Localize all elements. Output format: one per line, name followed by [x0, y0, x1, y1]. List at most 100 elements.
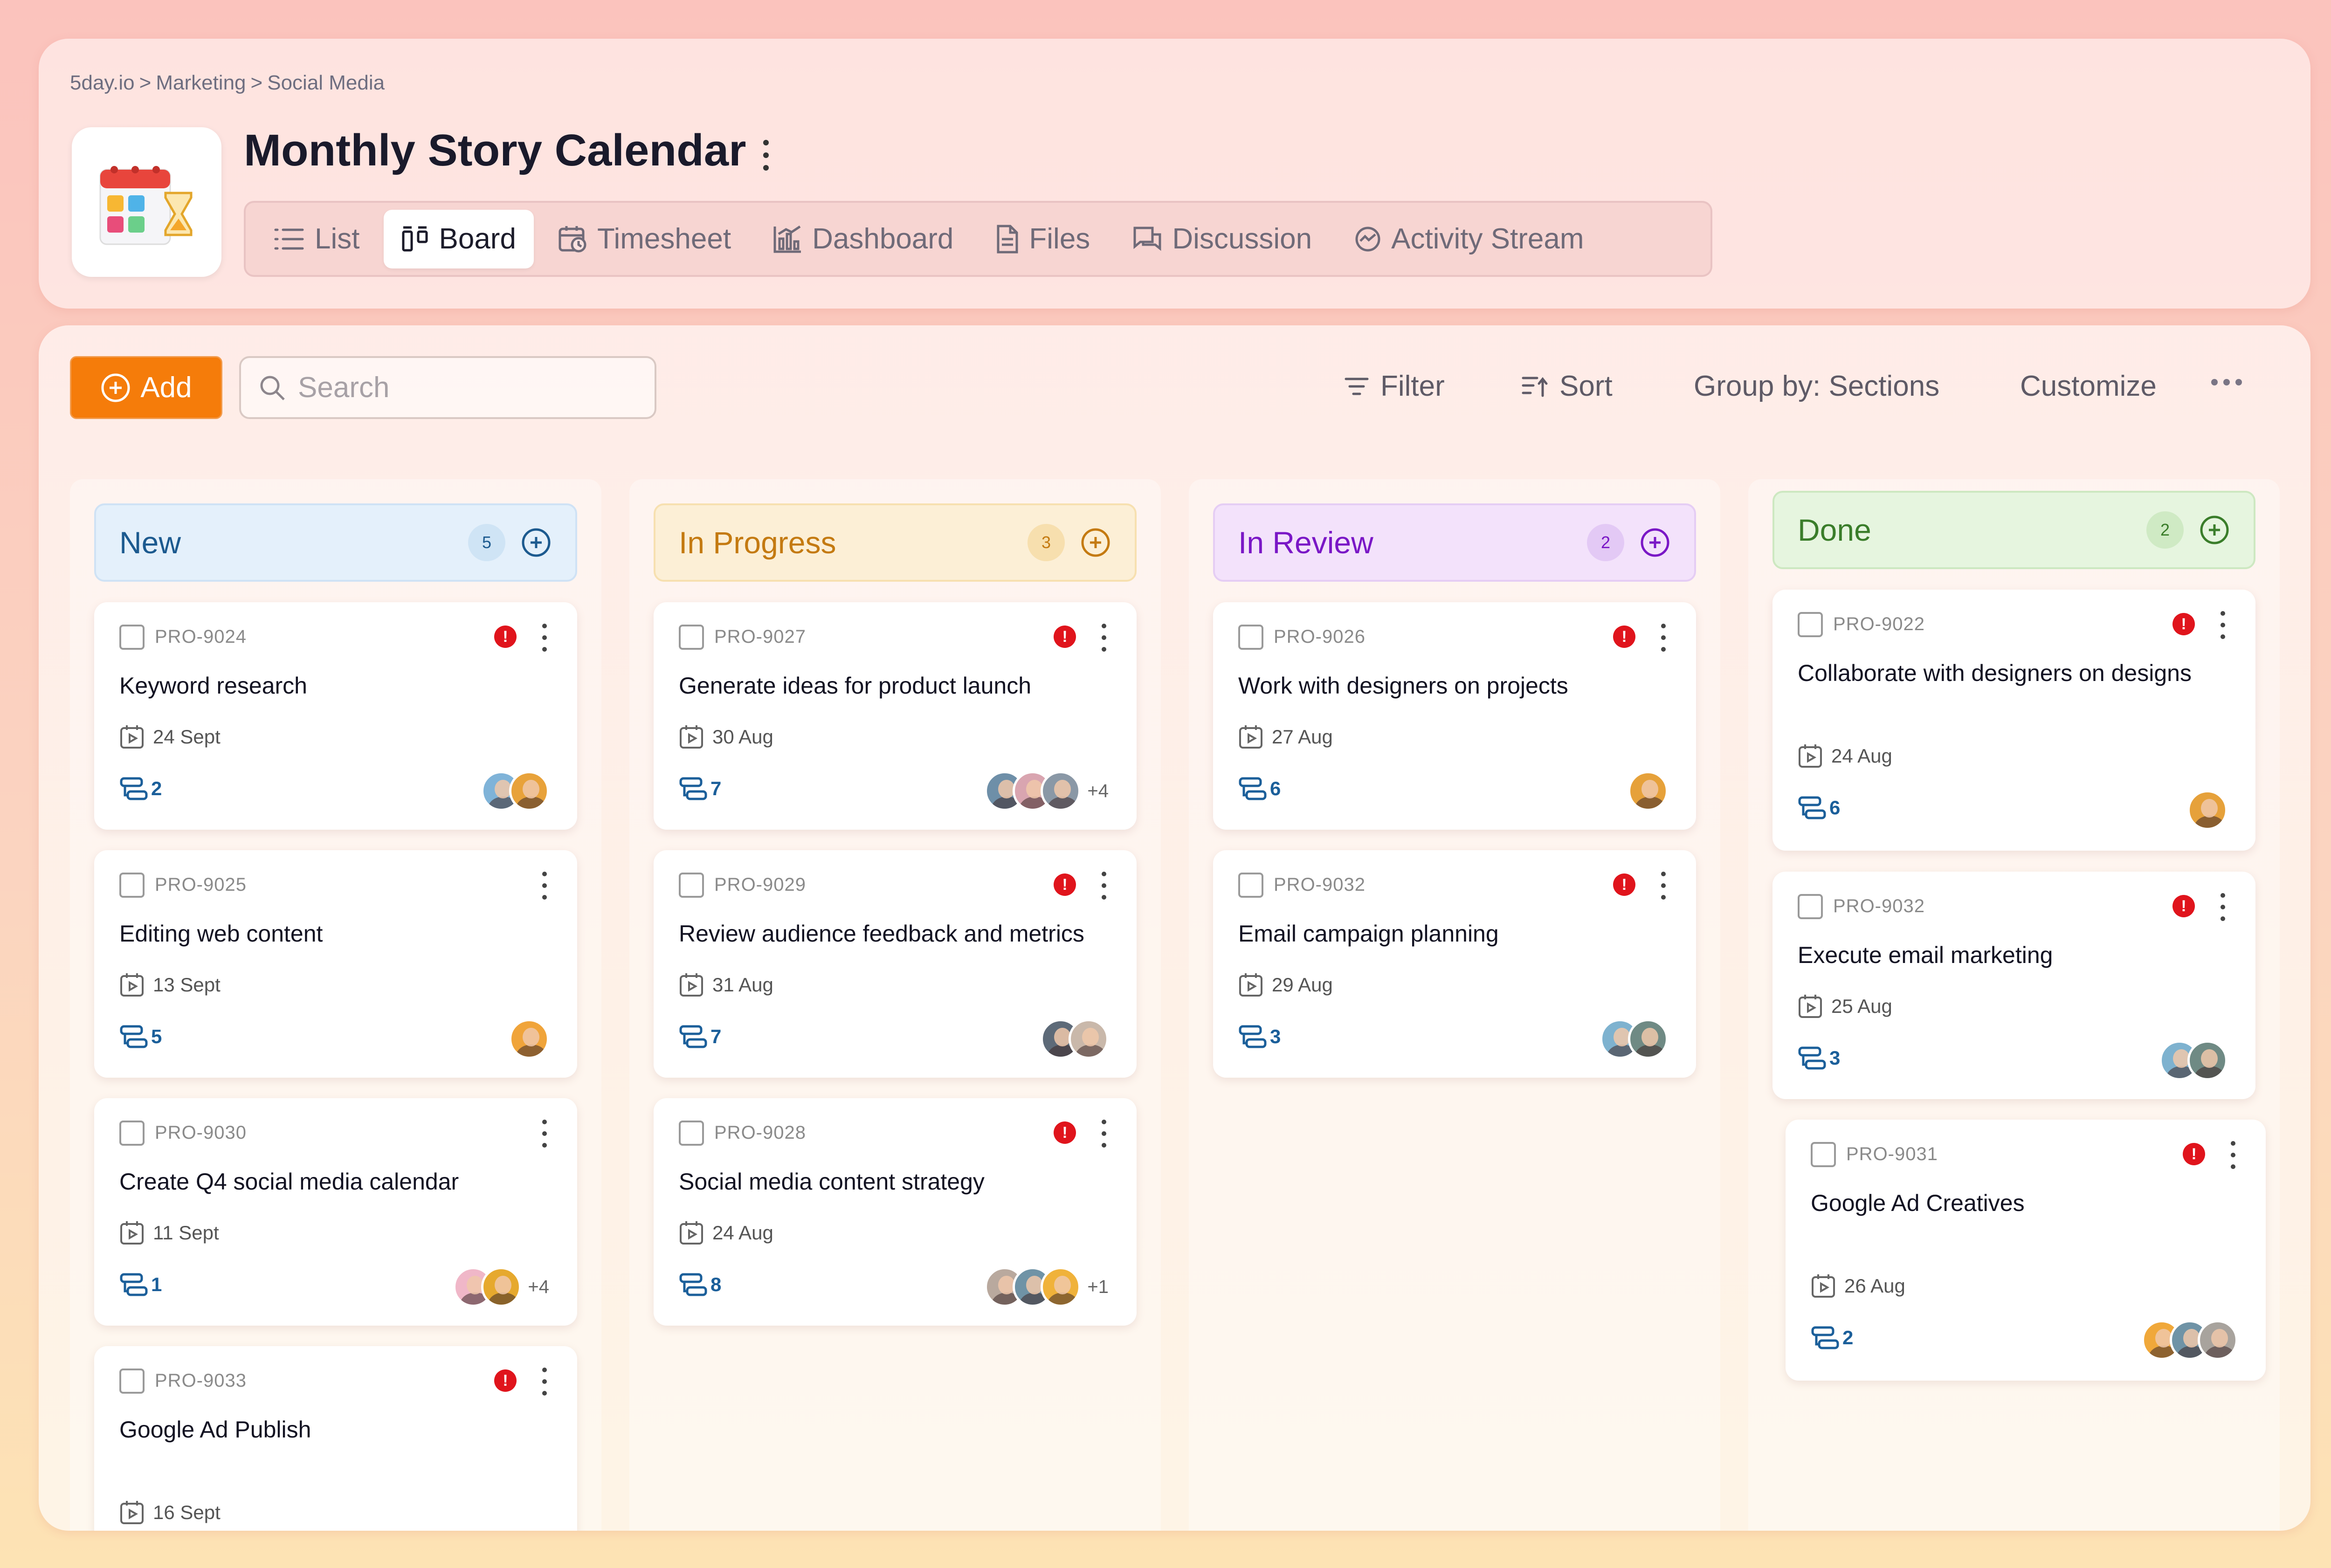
priority-alert-icon: ! — [1613, 626, 1635, 648]
project-menu-button[interactable] — [752, 137, 780, 174]
task-id: PRO-9028 — [714, 1122, 806, 1143]
card-menu-button[interactable] — [540, 1368, 549, 1396]
file-icon — [997, 225, 1018, 253]
due-date: 27 Aug — [1238, 724, 1333, 750]
sort-button[interactable]: Sort — [1521, 370, 1613, 403]
breadcrumb-root[interactable]: 5day.io — [70, 71, 135, 94]
task-card[interactable]: PRO-9029 ! Review audience feedback and … — [654, 850, 1137, 1078]
task-checkbox[interactable] — [1798, 894, 1823, 919]
assignee-avatars[interactable] — [2187, 790, 2228, 830]
add-button[interactable]: Add — [70, 356, 222, 419]
task-card[interactable]: PRO-9028 ! Social media content strategy… — [654, 1098, 1137, 1326]
task-checkbox[interactable] — [679, 625, 704, 650]
customize-button[interactable]: Customize — [2020, 370, 2157, 403]
breadcrumb-social-media[interactable]: Social Media — [267, 71, 385, 94]
card-menu-button[interactable] — [540, 1120, 549, 1148]
project-header: 5day.io > Marketing > Social Media Monthly S… — [39, 39, 2310, 309]
filter-icon — [1345, 378, 1369, 395]
task-checkbox[interactable] — [1238, 625, 1263, 650]
activity-icon — [1355, 227, 1380, 251]
card-menu-button[interactable] — [1659, 624, 1668, 652]
add-card-icon[interactable] — [2199, 514, 2230, 546]
task-card[interactable]: PRO-9032 ! Email campaign planning 29 Au… — [1213, 850, 1696, 1078]
tab-board[interactable]: Board — [384, 209, 534, 268]
tab-label: Activity Stream — [1391, 223, 1584, 255]
due-date: 31 Aug — [679, 972, 773, 997]
task-checkbox[interactable] — [119, 873, 145, 898]
task-title: Email campaign planning — [1238, 921, 1499, 947]
card-menu-button[interactable] — [540, 624, 549, 652]
task-title: Google Ad Creatives — [1811, 1190, 2025, 1216]
subtask-count-text: 8 — [710, 1273, 722, 1295]
task-checkbox[interactable] — [679, 1121, 704, 1146]
tab-label: Files — [1029, 223, 1090, 255]
task-card[interactable]: PRO-9025 Editing web content 13 Sept 5 — [94, 850, 577, 1078]
more-options-button[interactable] — [2211, 379, 2248, 385]
task-checkbox[interactable] — [1798, 612, 1823, 637]
task-checkbox[interactable] — [679, 873, 704, 898]
card-menu-button[interactable] — [1099, 1120, 1109, 1148]
card-menu-button[interactable] — [1099, 872, 1109, 900]
task-card[interactable]: PRO-9024 ! Keyword research 24 Sept 2 — [94, 602, 577, 830]
filter-button[interactable]: Filter — [1344, 370, 1445, 403]
tab-activity-stream[interactable]: Activity Stream — [1336, 210, 1601, 268]
tab-discussion[interactable]: Discussion — [1114, 210, 1330, 268]
task-title: Create Q4 social media calendar — [119, 1169, 459, 1195]
breadcrumb-marketing[interactable]: Marketing — [156, 71, 246, 94]
add-card-icon[interactable] — [1080, 527, 1111, 558]
column-count-badge: 5 — [468, 524, 505, 561]
task-checkbox[interactable] — [119, 1369, 145, 1394]
task-checkbox[interactable] — [1238, 873, 1263, 898]
task-checkbox[interactable] — [119, 1121, 145, 1146]
task-checkbox[interactable] — [1811, 1142, 1836, 1167]
assignee-avatars[interactable] — [1041, 1019, 1109, 1059]
card-menu-button[interactable] — [540, 872, 549, 900]
subtask-count: 8 — [679, 1272, 721, 1297]
assignee-avatars[interactable]: +1 — [985, 1267, 1109, 1307]
assignee-avatars[interactable]: +4 — [453, 1267, 549, 1307]
column-title: In Review — [1238, 525, 1373, 560]
column-count-badge: 3 — [1028, 524, 1065, 561]
card-menu-button[interactable] — [1099, 624, 1109, 652]
card-menu-button[interactable] — [2228, 1141, 2238, 1169]
due-date-text: 11 Sept — [153, 1222, 219, 1244]
assignee-avatars[interactable] — [509, 1019, 549, 1059]
task-card[interactable]: PRO-9030 Create Q4 social media calendar… — [94, 1098, 577, 1326]
project-logo — [72, 127, 221, 277]
avatar — [1628, 771, 1668, 811]
task-id: PRO-9022 — [1833, 614, 1925, 634]
task-card[interactable]: PRO-9022 ! Collaborate with designers on… — [1772, 590, 2255, 851]
search-input[interactable] — [298, 371, 624, 404]
task-card[interactable]: PRO-9032 ! Execute email marketing 25 Au… — [1772, 872, 2255, 1099]
assignee-avatars[interactable] — [2159, 1040, 2228, 1080]
task-checkbox[interactable] — [119, 625, 145, 650]
timesheet-icon — [559, 226, 586, 252]
task-card[interactable]: PRO-9027 ! Generate ideas for product la… — [654, 602, 1137, 830]
assignee-avatars[interactable] — [2142, 1320, 2238, 1360]
task-card[interactable]: PRO-9026 ! Work with designers on projec… — [1213, 602, 1696, 830]
subtask-count-text: 6 — [1270, 777, 1281, 799]
task-id: PRO-9025 — [155, 874, 247, 895]
board-icon — [402, 226, 428, 251]
column-in-progress: In Progress 3 PRO-9027 ! Generate ideas … — [629, 479, 1161, 1531]
card-menu-button[interactable] — [1659, 872, 1668, 900]
avatar — [509, 1019, 549, 1059]
assignee-avatars[interactable] — [1628, 771, 1668, 811]
add-card-icon[interactable] — [1639, 527, 1671, 558]
card-menu-button[interactable] — [2218, 611, 2228, 639]
tab-timesheet[interactable]: Timesheet — [540, 210, 749, 268]
card-menu-button[interactable] — [2218, 893, 2228, 921]
tab-list[interactable]: List — [255, 210, 377, 268]
assignee-avatars[interactable] — [481, 771, 549, 811]
due-date-text: 25 Aug — [1831, 995, 1892, 1017]
add-card-icon[interactable] — [520, 527, 552, 558]
column-header: In Review 2 — [1213, 503, 1696, 582]
task-card[interactable]: PRO-9031 ! Google Ad Creatives 26 Aug 2 — [1786, 1120, 2266, 1381]
assignee-avatars[interactable] — [1600, 1019, 1668, 1059]
group-by-button[interactable]: Group by: Sections — [1694, 370, 1939, 403]
task-card[interactable]: PRO-9033 ! Google Ad Publish 16 Sept — [94, 1346, 577, 1531]
tab-files[interactable]: Files — [978, 210, 1108, 268]
subtask-count-text: 2 — [1842, 1327, 1854, 1348]
tab-dashboard[interactable]: Dashboard — [755, 210, 971, 268]
assignee-avatars[interactable]: +4 — [985, 771, 1109, 811]
